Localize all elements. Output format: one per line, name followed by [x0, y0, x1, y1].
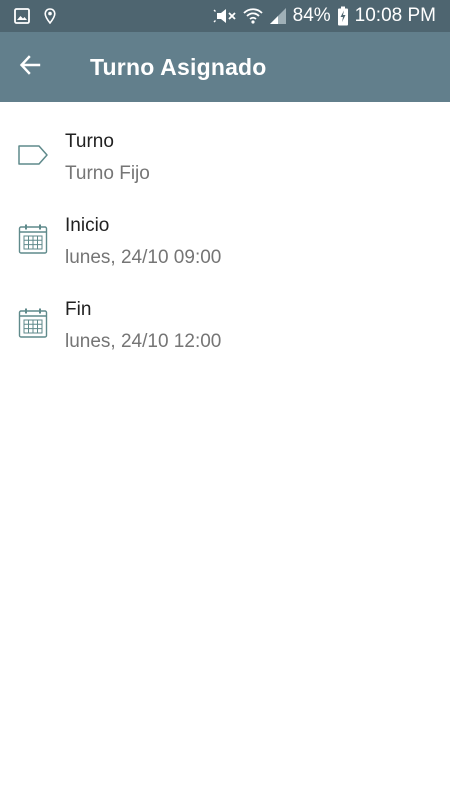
- calendar-icon: [17, 306, 49, 340]
- status-time: 10:08 PM: [354, 5, 436, 26]
- back-arrow-icon: [19, 54, 41, 81]
- battery-charging-icon: [337, 0, 349, 32]
- detail-row-turno: Turno Turno Fijo: [0, 102, 450, 186]
- status-bar: 84% 10:08 PM: [0, 0, 450, 32]
- app-bar: Turno Asignado: [0, 32, 450, 102]
- details-list: Turno Turno Fijo Inicio lunes, 24/10 09:…: [0, 102, 450, 354]
- detail-row-fin: Fin lunes, 24/10 12:00: [0, 270, 450, 354]
- tag-icon: [17, 138, 49, 172]
- calendar-icon: [17, 222, 49, 256]
- signal-icon: [269, 0, 287, 32]
- image-icon: [14, 0, 30, 32]
- status-right: 84% 10:08 PM: [207, 0, 436, 32]
- wifi-icon: [243, 0, 263, 32]
- mute-icon: [213, 0, 237, 32]
- detail-value: lunes, 24/10 09:00: [65, 247, 222, 268]
- status-left: [14, 0, 70, 32]
- back-button[interactable]: [0, 32, 60, 102]
- detail-label: Inicio: [65, 215, 110, 236]
- battery-percentage: 84%: [292, 5, 331, 26]
- detail-row-inicio: Inicio lunes, 24/10 09:00: [0, 186, 450, 270]
- detail-value: lunes, 24/10 12:00: [65, 331, 222, 352]
- detail-label: Fin: [65, 299, 92, 320]
- location-icon: [44, 0, 56, 32]
- page-title: Turno Asignado: [90, 53, 267, 80]
- detail-label: Turno: [65, 131, 114, 152]
- detail-value: Turno Fijo: [65, 163, 150, 184]
